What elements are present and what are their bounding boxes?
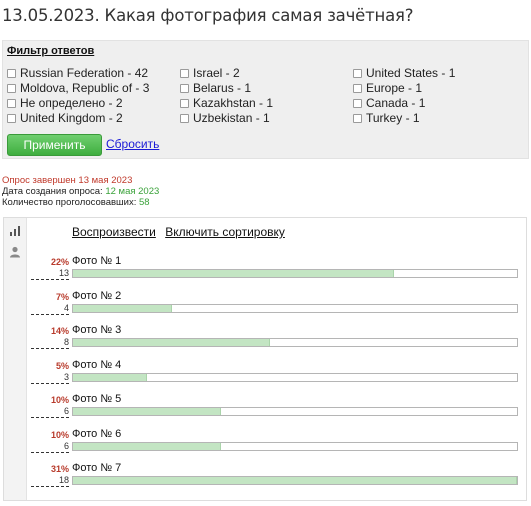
result-row: 10% 6 Фото № 5	[27, 393, 527, 421]
filter-heading: Фильтр ответов	[7, 45, 95, 57]
result-row: 22% 13 Фото № 1	[27, 255, 527, 283]
user-icon[interactable]	[9, 246, 21, 258]
result-percent: 10%	[50, 429, 69, 440]
result-count: 13	[31, 269, 69, 280]
filter-option[interactable]: Moldova, Republic of - 3	[7, 81, 149, 95]
result-count: 6	[31, 441, 69, 453]
checkbox[interactable]	[7, 83, 16, 93]
checkbox[interactable]	[180, 113, 189, 123]
play-link[interactable]: Воспроизвести	[72, 225, 156, 239]
result-row: 7% 4 Фото № 2	[27, 289, 527, 318]
filter-option[interactable]: Canada - 1	[353, 96, 425, 110]
result-count: 6	[31, 407, 69, 418]
filter-option[interactable]: Israel - 2	[180, 66, 240, 80]
poll-results-panel: Воспроизвести Включить сортировку 22% 13 Ф…	[3, 217, 527, 501]
result-option-label: Фото № 6	[72, 427, 122, 440]
result-percent: 10%	[50, 395, 69, 405]
result-count: 3	[31, 372, 69, 384]
checkbox[interactable]	[180, 83, 189, 93]
results-list: Воспроизвести Включить сортировку 22% 13 Ф…	[26, 218, 526, 500]
checkbox[interactable]	[180, 68, 189, 78]
bar-chart-icon[interactable]	[9, 225, 21, 237]
result-row: 10% 6 Фото № 6	[27, 427, 527, 456]
filter-option[interactable]: Не определено - 2	[7, 96, 123, 110]
result-bar-fill	[73, 408, 221, 415]
filter-option[interactable]: United Kingdom - 2	[7, 111, 123, 125]
result-option-label: Фото № 7	[72, 462, 122, 474]
result-option-label: Фото № 5	[72, 393, 122, 405]
checkbox[interactable]	[353, 68, 362, 78]
result-bar	[72, 476, 518, 485]
result-option-label: Фото № 1	[72, 255, 122, 267]
result-bar-fill	[73, 304, 172, 312]
result-percent: 22%	[50, 257, 69, 267]
result-bar	[72, 338, 518, 347]
filter-option[interactable]: Kazakhstan - 1	[180, 96, 273, 110]
result-bar-fill	[73, 339, 271, 346]
results-toolbar: Воспроизвести Включить сортировку	[72, 225, 291, 239]
filter-option[interactable]: Russian Federation - 42	[7, 66, 148, 80]
result-percent: 14%	[50, 326, 69, 336]
result-bar-fill	[73, 270, 394, 277]
result-percent: 31%	[50, 464, 69, 474]
checkbox[interactable]	[7, 113, 16, 123]
page-title: 13.05.2023. Какая фотография самая зачёт…	[2, 6, 414, 25]
result-percent: 5%	[55, 360, 69, 371]
result-bar-fill	[73, 373, 148, 381]
poll-voters-count: Количество проголосовавших: 58	[2, 197, 150, 208]
result-bar	[72, 407, 518, 416]
result-bar	[72, 303, 518, 313]
result-count: 18	[31, 476, 69, 487]
result-option-label: Фото № 4	[72, 358, 122, 371]
result-row: 5% 3 Фото № 4	[27, 358, 527, 387]
sort-toggle-link[interactable]: Включить сортировку	[165, 225, 285, 239]
checkbox[interactable]	[353, 98, 362, 108]
filter-option[interactable]: Uzbekistan - 1	[180, 111, 270, 125]
result-bar-fill	[73, 477, 517, 484]
answer-filter-panel: Фильтр ответов Russian Federation - 42 M…	[2, 40, 529, 159]
result-row: 14% 8 Фото № 3	[27, 324, 527, 352]
result-bar-fill	[73, 442, 221, 450]
result-count: 4	[31, 303, 69, 315]
filter-option[interactable]: Turkey - 1	[353, 111, 420, 125]
filter-option[interactable]: Europe - 1	[353, 81, 422, 95]
checkbox[interactable]	[353, 113, 362, 123]
view-switcher	[4, 218, 26, 500]
filter-option[interactable]: Belarus - 1	[180, 81, 251, 95]
result-bar	[72, 441, 518, 451]
result-percent: 7%	[55, 291, 69, 302]
apply-button[interactable]: Применить	[7, 134, 102, 156]
result-bar	[72, 269, 518, 278]
poll-created-date: Дата создания опроса: 12 мая 2023	[2, 186, 160, 197]
result-option-label: Фото № 3	[72, 324, 122, 336]
checkbox[interactable]	[7, 68, 16, 78]
checkbox[interactable]	[353, 83, 362, 93]
poll-closed-notice: Опрос завершен 13 мая 2023	[2, 175, 133, 186]
reset-link[interactable]: Сбросить	[106, 137, 159, 151]
result-count: 8	[31, 338, 69, 349]
result-bar	[72, 372, 518, 382]
result-row: 31% 18 Фото № 7	[27, 462, 527, 490]
checkbox[interactable]	[7, 98, 16, 108]
filter-option[interactable]: United States - 1	[353, 66, 455, 80]
result-option-label: Фото № 2	[72, 289, 122, 302]
checkbox[interactable]	[180, 98, 189, 108]
